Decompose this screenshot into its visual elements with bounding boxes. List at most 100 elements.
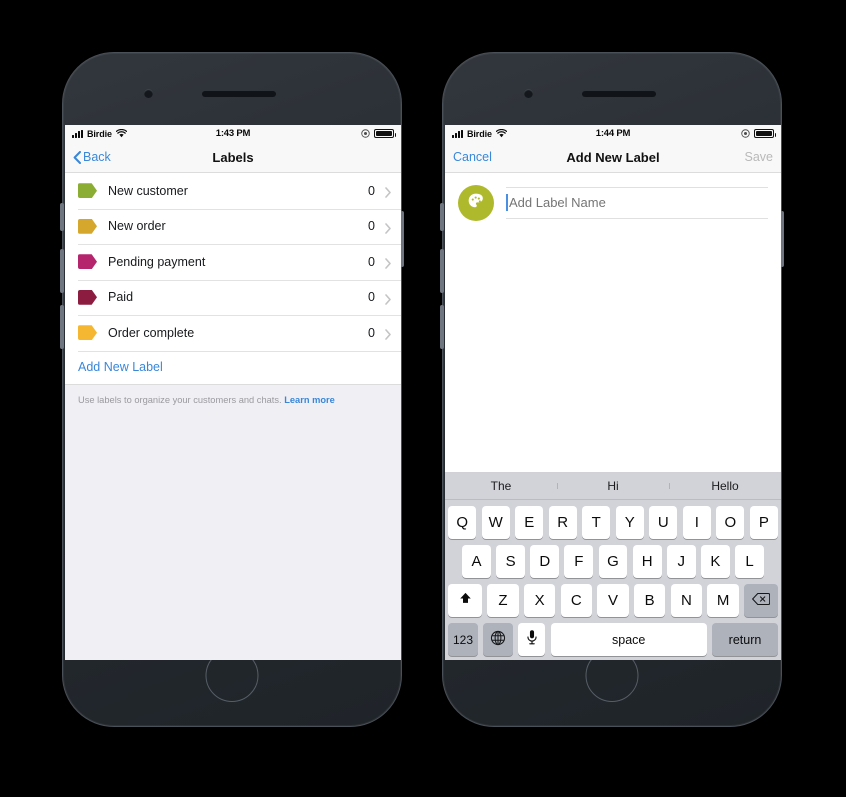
key-y[interactable]: Y	[615, 506, 644, 539]
phone-screen-labels: Birdie 1:43 PM Back Labels New customer …	[65, 125, 401, 660]
label-color-tag-icon	[78, 289, 97, 305]
label-count: 0	[368, 290, 375, 305]
key-n[interactable]: N	[670, 584, 703, 617]
add-label-form	[445, 173, 781, 234]
back-button[interactable]: Back	[73, 150, 111, 164]
key-k[interactable]: K	[700, 545, 730, 578]
key-m[interactable]: M	[707, 584, 739, 617]
front-camera	[144, 89, 153, 98]
label-color-picker-button[interactable]	[458, 185, 494, 221]
label-name-input[interactable]	[506, 188, 768, 218]
cancel-button-label: Cancel	[453, 150, 492, 164]
table-row[interactable]: New order 0	[65, 208, 401, 244]
key-s[interactable]: S	[496, 545, 526, 578]
keyboard-row-2: A S D F G H J K L	[445, 545, 781, 578]
globe-language-icon	[490, 630, 506, 650]
status-bar-time: 1:43 PM	[215, 128, 251, 139]
key-a[interactable]: A	[462, 545, 491, 578]
label-name-field-wrapper	[506, 187, 768, 219]
key-c[interactable]: C	[560, 584, 593, 617]
key-w[interactable]: W	[481, 506, 510, 539]
chevron-right-icon	[385, 256, 391, 270]
label-name: Pending payment	[108, 254, 206, 269]
label-count: 0	[368, 219, 375, 234]
status-bar: Birdie 1:43 PM	[65, 125, 401, 142]
status-bar-time: 1:44 PM	[595, 128, 631, 139]
label-color-tag-icon	[78, 218, 97, 234]
key-d[interactable]: D	[530, 545, 560, 578]
table-row[interactable]: Paid 0	[65, 279, 401, 315]
form-empty-area	[445, 234, 781, 473]
key-f[interactable]: F	[564, 545, 594, 578]
key-z[interactable]: Z	[487, 584, 519, 617]
add-new-label-text: Add New Label	[78, 360, 163, 374]
add-new-label-button[interactable]: Add New Label	[65, 350, 401, 384]
key-u[interactable]: U	[649, 506, 678, 539]
key-b[interactable]: B	[633, 584, 666, 617]
key-l[interactable]: L	[735, 545, 764, 578]
labels-help-footer: Use labels to organize your customers an…	[65, 383, 401, 417]
chevron-right-icon	[385, 327, 391, 341]
table-row[interactable]: New customer 0	[65, 173, 401, 209]
navigation-bar: Back Labels	[65, 142, 401, 173]
suggestion-item[interactable]: Hello	[669, 479, 781, 493]
text-caret	[506, 194, 508, 211]
label-name: New order	[108, 219, 166, 234]
labels-list: New customer 0 New order 0 Pending payme…	[65, 173, 401, 384]
empty-space	[65, 416, 401, 660]
front-camera	[524, 89, 533, 98]
numbers-key[interactable]: 123	[448, 623, 478, 656]
battery-full-icon	[374, 129, 396, 138]
volume-down-button[interactable]	[60, 305, 64, 349]
key-g[interactable]: G	[598, 545, 628, 578]
language-switch-key[interactable]	[483, 623, 514, 656]
volume-up-button[interactable]	[440, 249, 444, 293]
chevron-left-icon	[73, 150, 81, 164]
screenshot-stage: Birdie 1:43 PM Back Labels New customer …	[0, 0, 846, 797]
key-x[interactable]: X	[523, 584, 556, 617]
ring-switch[interactable]	[60, 203, 64, 231]
shift-up-arrow-icon	[458, 591, 473, 610]
keyboard-row-3: Z X C V B N M	[445, 584, 781, 617]
table-row[interactable]: Order complete 0	[65, 315, 401, 351]
save-button[interactable]: Save	[745, 150, 774, 164]
page-title: Labels	[212, 149, 254, 165]
key-q[interactable]: Q	[448, 506, 477, 539]
key-i[interactable]: I	[682, 506, 711, 539]
volume-down-button[interactable]	[440, 305, 444, 349]
chevron-right-icon	[385, 185, 391, 199]
learn-more-link[interactable]: Learn more	[284, 395, 335, 405]
table-row[interactable]: Pending payment 0	[65, 244, 401, 280]
volume-up-button[interactable]	[60, 249, 64, 293]
ring-switch[interactable]	[440, 203, 444, 231]
key-p[interactable]: P	[749, 506, 778, 539]
key-j[interactable]: J	[666, 545, 696, 578]
key-o[interactable]: O	[716, 506, 745, 539]
key-t[interactable]: T	[582, 506, 611, 539]
palette-icon	[466, 191, 486, 216]
key-h[interactable]: H	[632, 545, 662, 578]
chevron-right-icon	[385, 221, 391, 234]
earpiece-speaker	[202, 91, 276, 97]
space-key[interactable]: space	[550, 623, 707, 656]
backspace-delete-icon	[751, 592, 771, 610]
microphone-icon	[526, 629, 538, 650]
backspace-key[interactable]	[744, 584, 778, 617]
return-key[interactable]: return	[712, 623, 778, 656]
key-v[interactable]: V	[597, 584, 629, 617]
predictive-suggestion-bar: The Hi Hello	[445, 473, 781, 500]
status-bar: Birdie 1:44 PM	[445, 125, 781, 142]
shift-key[interactable]	[448, 584, 482, 617]
suggestion-item[interactable]: The	[445, 479, 557, 493]
key-r[interactable]: R	[548, 506, 577, 539]
keyboard-row-1: Q W E R T Y U I O P	[445, 506, 781, 539]
label-name: New customer	[108, 183, 188, 198]
phone-device-add-label: Birdie 1:44 PM Cancel Add New Label Save…	[440, 52, 784, 727]
suggestion-item[interactable]: Hi	[557, 479, 669, 493]
cancel-button[interactable]: Cancel	[453, 150, 492, 164]
battery-full-icon	[754, 129, 776, 138]
field-bottom-divider	[506, 218, 768, 219]
key-e[interactable]: E	[515, 506, 544, 539]
page-title: Add New Label	[566, 149, 660, 165]
dictation-key[interactable]	[518, 623, 546, 656]
